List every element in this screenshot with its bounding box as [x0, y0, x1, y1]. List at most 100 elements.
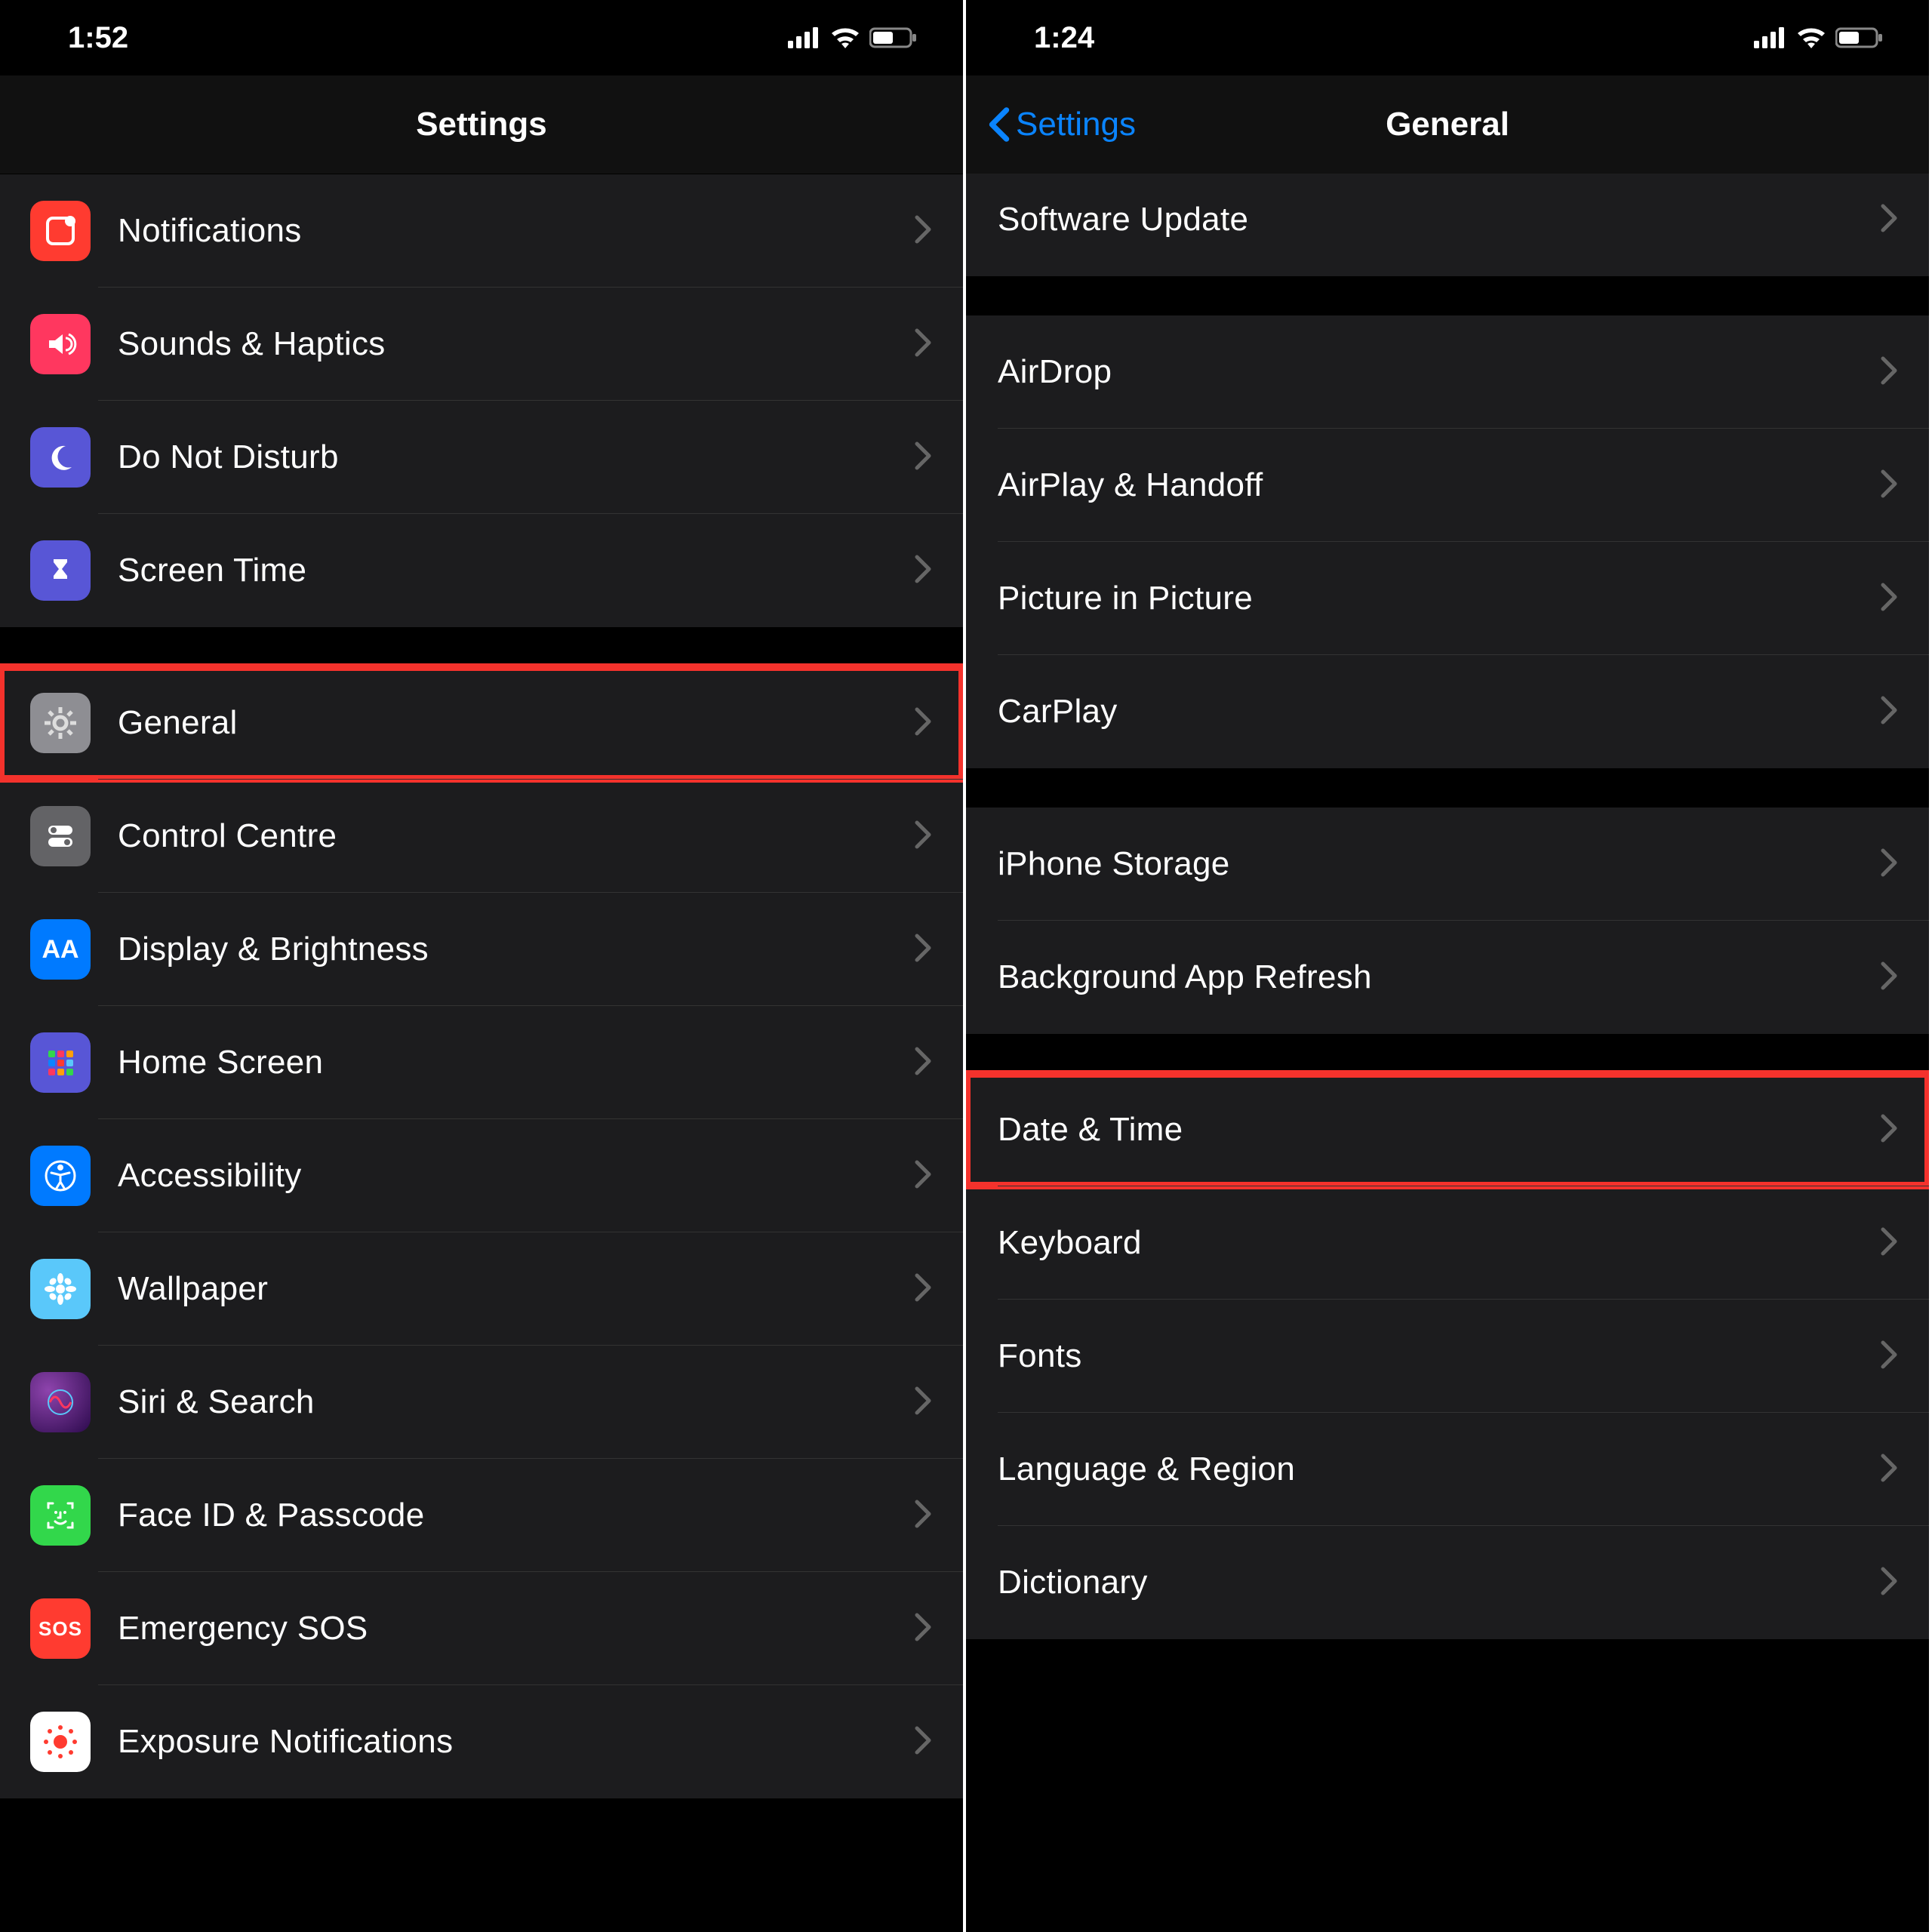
back-button[interactable]: Settings [987, 106, 1136, 143]
chevron-right-icon [913, 214, 933, 248]
row-carplay[interactable]: CarPlay [966, 655, 1929, 768]
status-time: 1:52 [68, 21, 128, 55]
chevron-right-icon [913, 1159, 933, 1193]
chevron-right-icon [1879, 961, 1899, 995]
general-group: Date & Time Keyboard Fonts Language & Re… [966, 1072, 1929, 1640]
row-pip[interactable]: Picture in Picture [966, 542, 1929, 655]
row-general[interactable]: General [0, 666, 963, 780]
chevron-right-icon [1879, 695, 1899, 729]
row-label: Background App Refresh [998, 958, 1879, 996]
status-icons [1754, 27, 1884, 48]
row-dnd[interactable]: Do Not Disturb [0, 401, 963, 514]
row-label: Home Screen [118, 1044, 913, 1081]
sos-icon: SOS [30, 1598, 91, 1659]
settings-group: General Control Centre AA Display & Brig… [0, 666, 963, 1799]
row-notifications[interactable]: Notifications [0, 174, 963, 288]
row-date-time[interactable]: Date & Time [966, 1073, 1929, 1186]
row-airplay[interactable]: AirPlay & Handoff [966, 429, 1929, 542]
textsize-icon: AA [30, 919, 91, 980]
row-label: Exposure Notifications [118, 1723, 913, 1761]
row-label: Notifications [118, 212, 913, 250]
row-sos[interactable]: SOS Emergency SOS [0, 1572, 963, 1685]
phone-general: 1:24 Settings General Software Update Ai… [966, 0, 1932, 1932]
chevron-right-icon [1879, 1566, 1899, 1600]
row-label: CarPlay [998, 693, 1879, 731]
chevron-right-icon [913, 933, 933, 967]
chevron-right-icon [913, 554, 933, 588]
row-label: Software Update [998, 201, 1879, 238]
row-label: Display & Brightness [118, 931, 913, 968]
general-group: iPhone Storage Background App Refresh [966, 807, 1929, 1035]
navbar: Settings General [966, 75, 1929, 174]
chevron-left-icon [987, 106, 1011, 143]
status-icons [788, 27, 918, 48]
row-siri[interactable]: Siri & Search [0, 1346, 963, 1459]
speaker-icon [30, 314, 91, 374]
face-icon [30, 1485, 91, 1546]
settings-list[interactable]: Notifications Sounds & Haptics Do Not Di… [0, 174, 963, 1932]
row-wallpaper[interactable]: Wallpaper [0, 1232, 963, 1346]
cellular-icon [788, 27, 821, 48]
settings-group: Notifications Sounds & Haptics Do Not Di… [0, 174, 963, 628]
row-exposure[interactable]: Exposure Notifications [0, 1685, 963, 1798]
row-bgrefresh[interactable]: Background App Refresh [966, 921, 1929, 1034]
row-airdrop[interactable]: AirDrop [966, 315, 1929, 429]
moon-icon [30, 427, 91, 488]
chevron-right-icon [1879, 1113, 1899, 1147]
row-fonts[interactable]: Fonts [966, 1300, 1929, 1413]
chevron-right-icon [1879, 203, 1899, 237]
row-keyboard[interactable]: Keyboard [966, 1186, 1929, 1300]
toggles-icon [30, 806, 91, 866]
row-label: Sounds & Haptics [118, 325, 913, 363]
row-display[interactable]: AA Display & Brightness [0, 893, 963, 1006]
row-label: AirPlay & Handoff [998, 466, 1879, 504]
chevron-right-icon [913, 1386, 933, 1420]
back-label: Settings [1016, 106, 1136, 143]
row-control-centre[interactable]: Control Centre [0, 780, 963, 893]
exposure-icon [30, 1712, 91, 1772]
row-home-screen[interactable]: Home Screen [0, 1006, 963, 1119]
row-language[interactable]: Language & Region [966, 1413, 1929, 1526]
chevron-right-icon [913, 706, 933, 740]
row-label: Control Centre [118, 817, 913, 855]
row-sounds[interactable]: Sounds & Haptics [0, 288, 963, 401]
row-label: Dictionary [998, 1564, 1879, 1601]
row-label: AirDrop [998, 353, 1879, 391]
row-label: Face ID & Passcode [118, 1497, 913, 1534]
chevron-right-icon [1879, 1226, 1899, 1260]
notifications-icon [30, 201, 91, 261]
flower-icon [30, 1259, 91, 1319]
wifi-icon [830, 27, 860, 48]
row-label: Do Not Disturb [118, 438, 913, 476]
chevron-right-icon [913, 1046, 933, 1080]
grid-icon [30, 1032, 91, 1093]
cellular-icon [1754, 27, 1787, 48]
row-dictionary[interactable]: Dictionary [966, 1526, 1929, 1639]
status-bar: 1:24 [966, 0, 1929, 75]
row-label: iPhone Storage [998, 845, 1879, 883]
chevron-right-icon [913, 1612, 933, 1646]
chevron-right-icon [913, 441, 933, 475]
row-storage[interactable]: iPhone Storage [966, 808, 1929, 921]
gear-icon [30, 693, 91, 753]
chevron-right-icon [1879, 1453, 1899, 1487]
chevron-right-icon [913, 1725, 933, 1759]
phone-settings: 1:52 Settings Notifications [0, 0, 966, 1932]
navbar: Settings [0, 75, 963, 174]
row-label: Siri & Search [118, 1383, 913, 1421]
general-group: AirDrop AirPlay & Handoff Picture in Pic… [966, 315, 1929, 769]
chevron-right-icon [913, 1499, 933, 1533]
row-label: Picture in Picture [998, 580, 1879, 617]
row-label: Screen Time [118, 552, 913, 589]
chevron-right-icon [1879, 848, 1899, 881]
chevron-right-icon [913, 328, 933, 361]
row-screentime[interactable]: Screen Time [0, 514, 963, 627]
accessibility-icon [30, 1146, 91, 1206]
row-label: General [118, 704, 913, 742]
row-software-update[interactable]: Software Update [966, 174, 1929, 276]
general-list[interactable]: Software Update AirDrop AirPlay & Handof… [966, 174, 1929, 1932]
page-title: Settings [416, 106, 547, 143]
row-accessibility[interactable]: Accessibility [0, 1119, 963, 1232]
row-faceid[interactable]: Face ID & Passcode [0, 1459, 963, 1572]
status-time: 1:24 [1034, 21, 1094, 55]
